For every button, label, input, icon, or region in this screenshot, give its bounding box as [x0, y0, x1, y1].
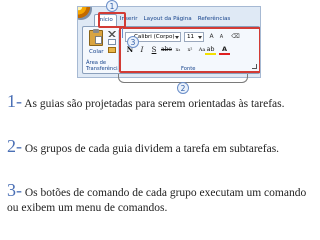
font-group: Calibri (Corpo) 11 A A ⌫ N I S abe x₂ x²…: [119, 27, 260, 73]
paragraph-1-text: As guias são projetadas para serem orien…: [22, 98, 285, 110]
strikethrough-button[interactable]: abe: [161, 45, 172, 55]
paragraph-1-number: 1: [7, 91, 16, 111]
ribbon-panel: Colar Área de Transferência Calibri (Cor…: [82, 26, 260, 74]
grow-font-icon[interactable]: A: [207, 32, 216, 42]
paste-icon[interactable]: [89, 29, 103, 46]
font-name-value: Calibri (Corpo): [134, 34, 175, 40]
callout-3: 3: [127, 36, 139, 48]
tab-highlight-box: [98, 12, 126, 28]
font-color-button[interactable]: A: [219, 45, 230, 55]
dialog-launcher-icon[interactable]: [252, 64, 257, 69]
chevron-down-icon: [175, 36, 179, 39]
format-painter-icon[interactable]: [108, 47, 116, 53]
font-group-label: Fonte: [181, 66, 196, 72]
chevron-down-icon: [198, 36, 202, 39]
office-button-icon[interactable]: [78, 7, 92, 20]
font-size-select[interactable]: 11: [184, 32, 204, 42]
font-size-value: 11: [187, 34, 195, 40]
paragraph-2-text: Os grupos de cada guia dividem a tarefa …: [22, 143, 280, 155]
clipboard-group-label: Área de Transferência: [86, 60, 121, 72]
underline-button[interactable]: S: [149, 45, 159, 55]
format-buttons-row: N I S abe x₂ x² Aa: [125, 45, 207, 55]
paste-label[interactable]: Colar: [89, 49, 104, 55]
callout-2: 2: [177, 82, 189, 94]
callout-1: 1: [106, 0, 118, 12]
paragraph-2-number: 2: [7, 136, 16, 156]
superscript-button[interactable]: x²: [185, 45, 195, 55]
clear-formatting-icon[interactable]: ⌫: [231, 32, 240, 42]
callout-pointer: [122, 28, 123, 38]
paragraph-3-text: Os botões de comando de cada grupo execu…: [7, 187, 307, 214]
copy-icon[interactable]: [108, 39, 116, 45]
subscript-button[interactable]: x₂: [173, 45, 183, 55]
italic-button[interactable]: I: [137, 45, 147, 55]
cut-icon[interactable]: [108, 31, 116, 37]
paragraph-3: 3- Os botões de comando de cada grupo ex…: [7, 180, 317, 216]
shrink-font-icon[interactable]: A: [217, 32, 226, 42]
paragraph-1: 1- As guias são projetadas para serem or…: [7, 91, 317, 112]
color-buttons-row: ab A: [205, 45, 230, 55]
paragraph-2: 2- Os grupos de cada guia dividem a tare…: [7, 136, 317, 157]
paragraph-3-number: 3: [7, 180, 16, 200]
highlight-color-button[interactable]: ab: [205, 45, 216, 55]
